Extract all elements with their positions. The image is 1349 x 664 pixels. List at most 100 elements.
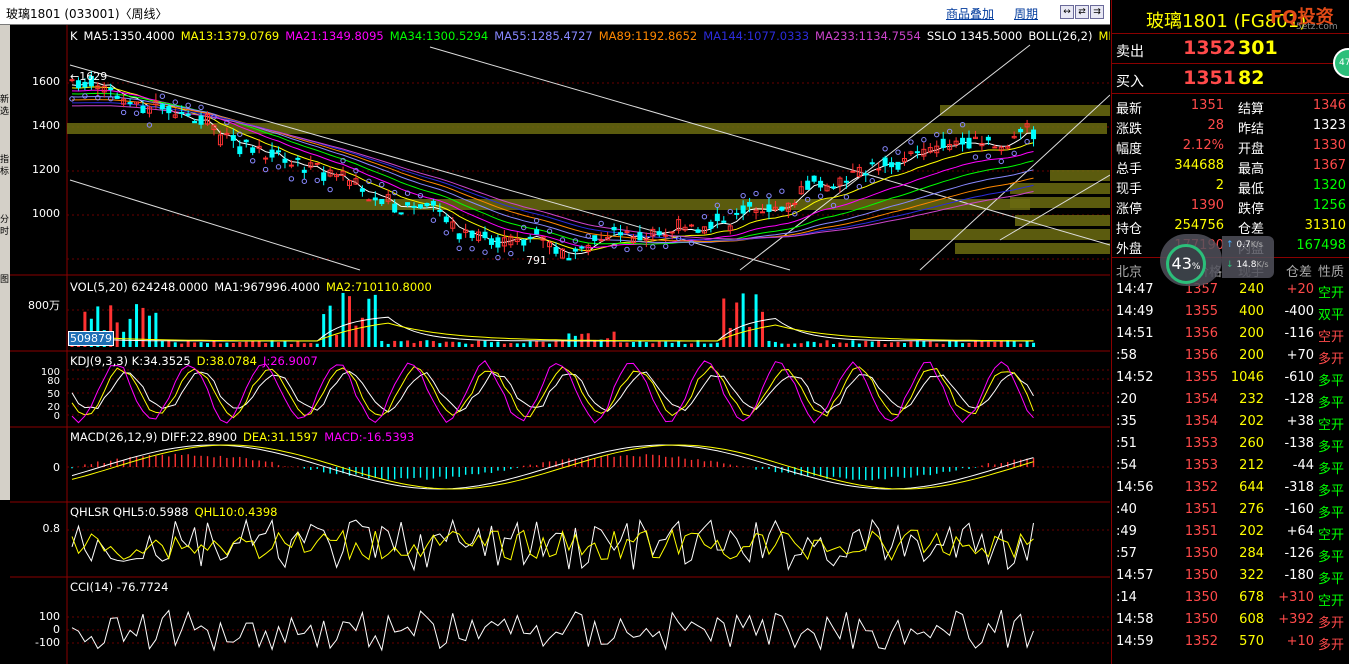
sar-dot bbox=[469, 246, 475, 252]
sar-dot bbox=[249, 158, 256, 164]
volume-bar bbox=[857, 343, 861, 347]
sar-dot bbox=[482, 249, 488, 255]
volume-bar bbox=[670, 342, 674, 347]
qhlsr-line bbox=[71, 528, 1034, 562]
candle-body bbox=[779, 206, 785, 211]
volume-bar bbox=[180, 343, 184, 347]
trade-row: :51 1353 260 -138 多平 bbox=[1116, 436, 1345, 455]
volume-bar bbox=[741, 293, 745, 347]
volume-bar bbox=[973, 341, 977, 347]
volume-bar bbox=[954, 341, 958, 347]
candle-body bbox=[895, 161, 901, 170]
price-zone-band bbox=[940, 105, 1110, 116]
indicator-value: QHLSR QHL5:0.5988 bbox=[70, 505, 189, 519]
volume-bar bbox=[289, 343, 293, 347]
sell-volume: 301 bbox=[1238, 37, 1278, 59]
candle-body bbox=[243, 139, 249, 143]
volume-bar bbox=[1032, 342, 1036, 347]
volume-bar bbox=[941, 343, 945, 347]
sar-dot bbox=[598, 220, 604, 227]
candle-body bbox=[637, 232, 643, 241]
candle-body bbox=[985, 136, 991, 141]
shift-right-icon[interactable]: ⇉ bbox=[1090, 5, 1104, 19]
strip-char[interactable]: 指 bbox=[0, 155, 10, 165]
y-tick-kdj: 0 bbox=[53, 411, 60, 422]
kdj-panel-label: KDJ(9,3,3) K:34.3525 D:38.0784 J:26.9007 bbox=[70, 354, 324, 368]
trade-row: 14:56 1352 644 -318 多平 bbox=[1116, 480, 1345, 499]
left-toolbar-strip[interactable]: 新 选 指 标 分 时 图 bbox=[0, 25, 10, 500]
volume-bar bbox=[283, 341, 287, 347]
volume-bar bbox=[844, 343, 848, 347]
candle-body bbox=[940, 138, 946, 148]
strip-char[interactable]: 分 bbox=[0, 215, 10, 225]
strip-char[interactable]: 选 bbox=[0, 107, 10, 117]
volume-bar bbox=[360, 317, 364, 347]
volume-bar bbox=[535, 340, 539, 347]
price-zone-band bbox=[1015, 215, 1110, 226]
volume-bar bbox=[986, 341, 990, 347]
sell-label: 卖出 bbox=[1116, 44, 1144, 60]
volume-bar bbox=[277, 342, 281, 347]
candle-body bbox=[643, 238, 649, 241]
strip-char[interactable]: 标 bbox=[0, 167, 10, 177]
indicator-value: MA34:1300.5294 bbox=[389, 29, 489, 43]
volume-bar bbox=[890, 342, 894, 347]
moving-average-line bbox=[71, 89, 1034, 249]
cpu-usage-widget[interactable]: 43% bbox=[1160, 234, 1222, 286]
indicator-value: MA89:1192.8652 bbox=[598, 29, 698, 43]
volume-bar bbox=[457, 342, 461, 347]
volume-bar bbox=[522, 343, 526, 347]
y-tick-main: 1200 bbox=[32, 163, 60, 176]
kline-chart-area[interactable]: K MA5:1350.4000 MA13:1379.0769 MA21:1349.80… bbox=[10, 25, 1110, 664]
sar-dot bbox=[817, 193, 824, 199]
candle-body bbox=[314, 162, 320, 165]
volume-bar bbox=[373, 294, 377, 347]
strip-char[interactable]: 时 bbox=[0, 227, 10, 237]
volume-bar bbox=[928, 341, 932, 347]
volume-bar bbox=[380, 340, 384, 347]
volume-bar bbox=[1012, 341, 1016, 347]
overlay-commodity-link[interactable]: 商品叠加 bbox=[946, 5, 994, 22]
quote-row: 幅度 2.12% 开盘 1330 bbox=[1116, 138, 1346, 157]
indicator-value: K bbox=[70, 29, 78, 43]
volume-bar bbox=[799, 343, 803, 347]
candle-body bbox=[566, 257, 572, 261]
volume-bar bbox=[606, 338, 610, 347]
zoom-out-icon[interactable]: ↔ bbox=[1060, 5, 1074, 19]
period-link[interactable]: 周期 bbox=[1014, 5, 1038, 22]
volume-bar bbox=[780, 343, 784, 347]
kline-chart-svg[interactable] bbox=[10, 25, 1110, 664]
sar-dot bbox=[159, 93, 166, 99]
volume-bar bbox=[1025, 340, 1029, 347]
candle-body bbox=[405, 202, 411, 206]
sar-dot bbox=[663, 243, 669, 249]
volume-bar bbox=[819, 343, 823, 347]
candle-body bbox=[179, 111, 185, 114]
volume-bar bbox=[664, 341, 668, 347]
indicator-value: D:38.0784 bbox=[196, 354, 257, 368]
buy-row: 买入 1351 82 bbox=[1112, 64, 1349, 94]
volume-bar bbox=[341, 292, 345, 347]
sar-dot bbox=[185, 102, 191, 108]
volume-bar bbox=[425, 340, 429, 347]
candle-body bbox=[276, 150, 282, 153]
candle-body bbox=[417, 204, 423, 209]
volume-bar bbox=[367, 298, 371, 347]
sar-dot bbox=[1011, 150, 1017, 157]
strip-char[interactable]: 新 bbox=[0, 95, 10, 105]
sar-dot bbox=[650, 244, 656, 250]
candle-body bbox=[889, 162, 895, 168]
price-zone-band bbox=[1050, 170, 1110, 181]
volume-bar bbox=[786, 343, 790, 347]
volume-bar bbox=[851, 340, 855, 347]
strip-char[interactable]: 图 bbox=[0, 275, 10, 285]
indicator-value: MA144:1077.0333 bbox=[703, 29, 810, 43]
volume-bar bbox=[870, 341, 874, 347]
volume-bar bbox=[399, 341, 403, 347]
candle-body bbox=[714, 213, 720, 222]
volume-bar bbox=[386, 343, 390, 347]
cci-panel-label: CCI(14) -76.7724 bbox=[70, 580, 174, 594]
sar-dot bbox=[779, 188, 785, 194]
shift-left-icon[interactable]: ⇄ bbox=[1075, 5, 1089, 19]
indicator-value: QHL10:0.4398 bbox=[194, 505, 278, 519]
